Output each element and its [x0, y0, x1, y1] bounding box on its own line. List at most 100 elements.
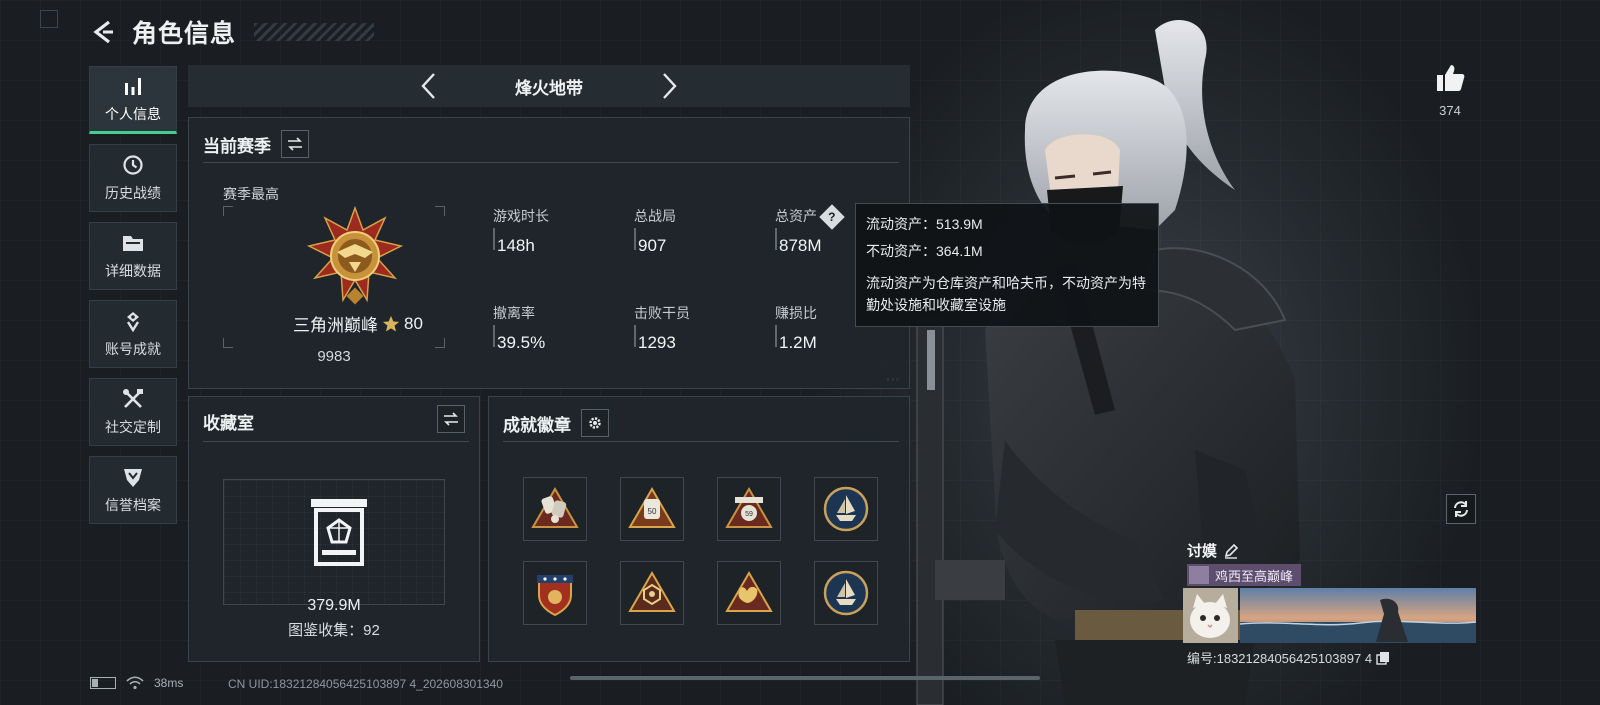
triangle-hex-badge-icon — [628, 571, 676, 612]
player-id: 编号:18321284056425103897 4 — [1187, 651, 1373, 666]
profile-banner[interactable] — [1240, 588, 1476, 643]
stat-label: 击败干员 — [634, 305, 690, 321]
sidebar-item-details[interactable]: 详细数据 — [89, 222, 177, 290]
rank-score: 9983 — [317, 348, 351, 365]
assets-tooltip: 流动资产：513.9M 不动资产：364.1M 流动资产为仓库资产和哈夫币，不动… — [855, 203, 1159, 327]
badge-shield-stars[interactable] — [523, 561, 587, 625]
mode-next-button[interactable] — [654, 71, 684, 101]
gear-59-badge-icon: 59 — [725, 487, 773, 528]
refresh-button[interactable] — [1446, 494, 1476, 524]
page-header: 角色信息 — [90, 14, 375, 50]
badge-ship-round-2[interactable] — [814, 561, 878, 625]
badge-triangle-50[interactable]: 50 — [620, 477, 684, 541]
copy-icon[interactable] — [1376, 651, 1390, 665]
star-icon — [382, 315, 400, 332]
badge-triangle-hex[interactable] — [620, 561, 684, 625]
thumbs-up-icon — [1437, 65, 1465, 91]
seascape-banner-image — [1240, 588, 1476, 643]
edit-icon[interactable] — [1223, 543, 1239, 559]
page-title: 角色信息 — [132, 20, 237, 48]
badges-panel: 成就徽章 50 59 — [488, 396, 910, 662]
collection-panel-header: 收藏室 — [203, 409, 254, 434]
display-case-icon — [311, 499, 367, 566]
sidebar-item-history[interactable]: 历史战绩 — [89, 144, 177, 212]
badge-triangle-bull[interactable] — [717, 561, 781, 625]
like-widget[interactable]: 374 — [1428, 62, 1472, 118]
title-decoration — [254, 23, 375, 41]
stat-operators-defeated: 击败干员 1293 — [634, 303, 754, 353]
header-divider — [503, 441, 899, 442]
sidebar-item-personal-info[interactable]: 个人信息 — [89, 66, 177, 134]
stat-total-matches: 总战局 907 — [634, 206, 754, 256]
help-icon[interactable]: ? — [819, 204, 845, 231]
sidebar-item-social[interactable]: 社交定制 — [89, 378, 177, 446]
stat-extraction-rate: 撤离率 39.5% — [493, 303, 613, 353]
panel-decoration: ▫▫▫ — [886, 375, 901, 384]
ship-badge-icon — [823, 570, 869, 616]
stat-label: 撤离率 — [493, 305, 535, 321]
season-panel-header: 当前赛季 — [203, 130, 309, 158]
cat-avatar-icon — [1183, 588, 1238, 643]
collection-title: 收藏室 — [203, 414, 254, 433]
ping-value: 38ms — [154, 676, 184, 690]
home-indicator[interactable] — [570, 676, 1040, 680]
sidebar: 个人信息 历史战绩 详细数据 账号成就 社交定制 信誉档案 — [89, 66, 177, 534]
player-title-tag[interactable]: 鸡西至高巅峰 — [1187, 564, 1302, 586]
rank-stars: 80 — [404, 313, 423, 333]
header-divider — [203, 441, 469, 442]
back-arrow-icon — [93, 20, 113, 44]
sidebar-item-label: 社交定制 — [105, 419, 161, 435]
badge-gear-59[interactable]: 59 — [717, 477, 781, 541]
badges-title: 成就徽章 — [503, 415, 571, 435]
stat-value: 39.5% — [497, 333, 546, 352]
history-icon — [121, 153, 145, 177]
collection-count: 图鉴收集：92 — [288, 622, 380, 639]
badge-dogtags[interactable] — [523, 477, 587, 541]
season-switch-button[interactable] — [281, 130, 309, 158]
wifi-icon — [126, 676, 144, 690]
shield-stars-badge-icon — [537, 575, 573, 617]
back-button[interactable] — [90, 18, 118, 46]
player-name-row: 讨嫫 — [1187, 540, 1239, 561]
sidebar-item-label: 账号成就 — [105, 341, 161, 357]
header-divider — [203, 162, 899, 163]
mode-switcher: 烽火地带 — [188, 65, 910, 107]
status-footer: 38ms — [90, 676, 183, 690]
sidebar-item-achievements[interactable]: 账号成就 — [89, 300, 177, 368]
collection-showcase[interactable] — [223, 479, 445, 605]
bar-chart-icon — [121, 74, 145, 98]
tooltip-fixed-assets: 不动资产：364.1M — [866, 243, 983, 259]
gear-icon — [589, 417, 601, 429]
tooltip-liquid-assets: 流动资产：513.9M — [866, 216, 983, 232]
collection-panel: 收藏室 379.9M 图鉴收集：92 — [188, 396, 480, 662]
svg-text:50: 50 — [648, 507, 657, 516]
title-tag-text: 鸡西至高巅峰 — [1215, 568, 1294, 584]
season-title: 当前赛季 — [203, 136, 271, 156]
tooltip-description: 流动资产为仓库资产和哈夫币，不动资产为特勤处设施和收藏室设施 — [866, 275, 1146, 313]
rank-name: 三角洲巅峰 — [293, 316, 379, 335]
sidebar-item-label: 详细数据 — [105, 263, 161, 279]
achievement-icon — [121, 309, 145, 333]
folder-icon — [121, 231, 145, 255]
collection-switch-button[interactable] — [437, 405, 465, 433]
badge-ship-round[interactable] — [814, 477, 878, 541]
mode-name: 烽火地带 — [515, 78, 583, 98]
title-tag-avatar — [1189, 566, 1209, 584]
ship-badge-icon — [823, 486, 869, 532]
badges-settings-button[interactable] — [581, 409, 609, 437]
sidebar-item-reputation[interactable]: 信誉档案 — [89, 456, 177, 524]
player-name: 讨嫫 — [1187, 543, 1218, 560]
triangle-bull-badge-icon — [725, 571, 773, 612]
mode-prev-button[interactable] — [414, 71, 444, 101]
rank-emblem-icon — [306, 206, 404, 305]
sidebar-item-label: 个人信息 — [105, 106, 161, 122]
player-id-row: 编号:18321284056425103897 4 — [1187, 648, 1390, 667]
avatar[interactable] — [1183, 588, 1238, 643]
badges-panel-header: 成就徽章 — [503, 409, 609, 437]
refresh-icon — [1454, 501, 1468, 517]
sidebar-item-label: 信誉档案 — [105, 497, 161, 513]
stat-label: 游戏时长 — [493, 208, 549, 224]
stat-value: 148h — [497, 236, 535, 255]
triangle-50-badge-icon: 50 — [628, 487, 676, 528]
like-count: 374 — [1439, 103, 1461, 118]
